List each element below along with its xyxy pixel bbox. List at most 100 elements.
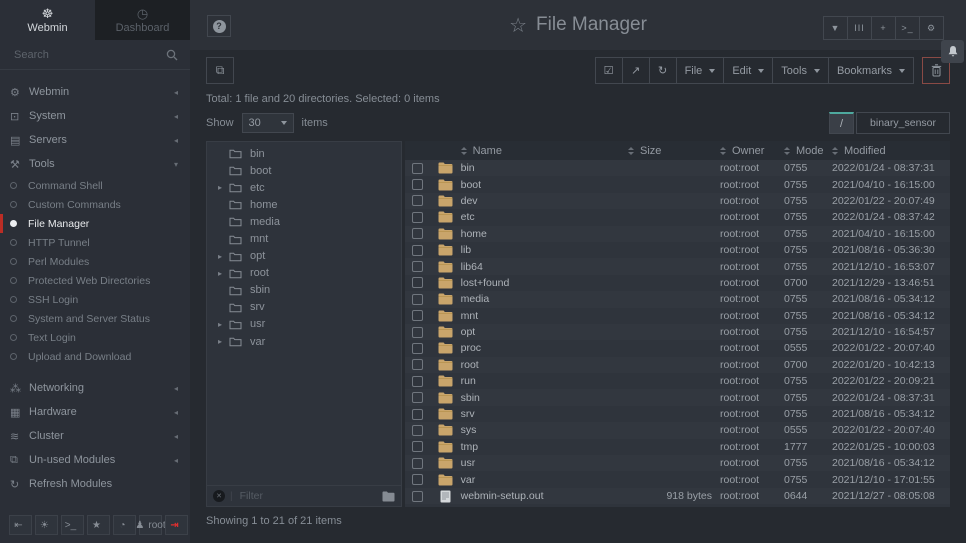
table-row[interactable]: lost+found root:root 0700 2021/12/29 - 1… xyxy=(405,275,950,291)
table-row[interactable]: run root:root 0755 2022/01/22 - 20:09:21 xyxy=(405,373,950,389)
table-row[interactable]: opt root:root 0755 2021/12/10 - 16:54:57 xyxy=(405,324,950,340)
row-checkbox[interactable] xyxy=(412,343,423,354)
row-checkbox[interactable] xyxy=(412,425,423,436)
table-row[interactable]: sys root:root 0555 2022/01/22 - 20:07:40 xyxy=(405,422,950,438)
column-header[interactable]: Mode xyxy=(784,145,832,157)
row-checkbox[interactable] xyxy=(412,294,423,305)
sidebar-item-webmin[interactable]: ⚙ Webmin ◂ xyxy=(0,80,190,104)
expand-caret-icon[interactable]: ▸ xyxy=(218,337,229,346)
breadcrumb-root[interactable]: / xyxy=(829,112,854,134)
sidebar-item-tools[interactable]: ⚒ Tools ▾ xyxy=(0,152,190,176)
table-row[interactable]: dev root:root 0755 2022/01/22 - 20:07:49 xyxy=(405,193,950,209)
table-row[interactable]: home root:root 0755 2021/04/10 - 16:15:0… xyxy=(405,226,950,242)
tree-item[interactable]: sbin xyxy=(207,282,401,299)
column-header[interactable]: Modified xyxy=(832,145,950,157)
row-checkbox[interactable] xyxy=(412,376,423,387)
row-checkbox[interactable] xyxy=(412,179,423,190)
select-all-button[interactable]: ☑ xyxy=(595,57,623,84)
table-row[interactable]: mnt root:root 0755 2021/08/16 - 05:34:12 xyxy=(405,308,950,324)
sidebar-item-command-shell[interactable]: Command Shell xyxy=(0,176,190,195)
column-header[interactable]: Size xyxy=(628,145,720,157)
row-checkbox[interactable] xyxy=(412,261,423,272)
table-row[interactable]: usr root:root 0755 2021/08/16 - 05:34:12 xyxy=(405,455,950,471)
folder-filter-icon[interactable] xyxy=(382,491,395,502)
row-checkbox[interactable] xyxy=(412,327,423,338)
clone-window-button[interactable]: ⧉ xyxy=(206,57,234,84)
sidebar-item-perl-modules[interactable]: Perl Modules xyxy=(0,252,190,271)
tree-item[interactable]: ▸ var xyxy=(207,333,401,350)
tree-item[interactable]: ▸ etc xyxy=(207,179,401,196)
sidebar-tab[interactable]: ◷ Dashboard xyxy=(95,0,190,40)
filter-button[interactable]: ▼ xyxy=(823,16,848,40)
table-row[interactable]: proc root:root 0555 2022/01/22 - 20:07:4… xyxy=(405,340,950,356)
sidebar-tab[interactable]: ☸ Webmin xyxy=(0,0,95,40)
help-button[interactable]: ? xyxy=(207,15,231,37)
row-checkbox[interactable] xyxy=(412,163,423,174)
row-checkbox[interactable] xyxy=(412,212,423,223)
favorite-star-icon[interactable]: ☆ xyxy=(509,13,527,38)
breadcrumb-current[interactable]: binary_sensor xyxy=(856,112,950,134)
row-checkbox[interactable] xyxy=(412,195,423,206)
expand-caret-icon[interactable]: ▸ xyxy=(218,183,229,192)
tree-item[interactable]: media xyxy=(207,213,401,230)
sidebar-item-system[interactable]: ⊡ System ◂ xyxy=(0,104,190,128)
tree-item[interactable]: ▸ root xyxy=(207,265,401,282)
row-checkbox[interactable] xyxy=(412,277,423,288)
sidebar-item-cluster[interactable]: ≋ Cluster ◂ xyxy=(0,424,190,448)
terminal-button[interactable]: >_ xyxy=(61,515,84,535)
filter-input[interactable] xyxy=(238,489,377,503)
items-per-page-select[interactable]: 30 xyxy=(242,113,294,133)
row-checkbox[interactable] xyxy=(412,245,423,256)
table-row[interactable]: lib64 root:root 0755 2021/12/10 - 16:53:… xyxy=(405,258,950,274)
table-row[interactable]: var root:root 0755 2021/12/10 - 17:01:55 xyxy=(405,471,950,487)
tree-item[interactable]: ▸ opt xyxy=(207,248,401,265)
table-row[interactable]: etc root:root 0755 2022/01/24 - 08:37:42 xyxy=(405,209,950,225)
settings-button[interactable]: ⚙ xyxy=(919,16,944,40)
user-root-button[interactable]: ♟ root xyxy=(139,515,162,535)
sidebar-item-protected-web-directories[interactable]: Protected Web Directories xyxy=(0,271,190,290)
table-row[interactable]: root root:root 0700 2022/01/20 - 10:42:1… xyxy=(405,357,950,373)
table-row[interactable]: tmp root:root 1777 2022/01/25 - 10:00:03 xyxy=(405,439,950,455)
table-row[interactable]: boot root:root 0755 2021/04/10 - 16:15:0… xyxy=(405,176,950,192)
tree-item[interactable]: boot xyxy=(207,162,401,179)
sidebar-item-hardware[interactable]: ▦ Hardware ◂ xyxy=(0,400,190,424)
row-checkbox[interactable] xyxy=(412,359,423,370)
tree-item[interactable]: ▸ usr xyxy=(207,316,401,333)
sidebar-item-text-login[interactable]: Text Login xyxy=(0,328,190,347)
sidebar-item-refresh-modules[interactable]: ↻ Refresh Modules xyxy=(0,472,190,496)
column-header[interactable]: Name xyxy=(461,145,628,157)
favorites-button[interactable]: ★ xyxy=(87,515,110,535)
logout-button[interactable]: ⇥ xyxy=(165,515,188,535)
row-checkbox[interactable] xyxy=(412,458,423,469)
sidebar-item-servers[interactable]: ▤ Servers ◂ xyxy=(0,128,190,152)
sidebar-item-system-server-status[interactable]: System and Server Status xyxy=(0,309,190,328)
expand-caret-icon[interactable]: ▸ xyxy=(218,252,229,261)
tree-item[interactable]: mnt xyxy=(207,230,401,247)
table-row[interactable]: media root:root 0755 2021/08/16 - 05:34:… xyxy=(405,291,950,307)
add-button[interactable]: + xyxy=(871,16,896,40)
table-row[interactable]: webmin-setup.out 918 bytes root:root 064… xyxy=(405,488,950,504)
row-checkbox[interactable] xyxy=(412,310,423,321)
search-input[interactable] xyxy=(12,48,166,62)
notifications-button[interactable] xyxy=(941,40,964,63)
sidebar-item-http-tunnel[interactable]: HTTP Tunnel xyxy=(0,233,190,252)
row-checkbox[interactable] xyxy=(412,392,423,403)
row-checkbox[interactable] xyxy=(412,441,423,452)
stats-button[interactable]: ◔ xyxy=(113,515,136,535)
table-row[interactable]: srv root:root 0755 2021/08/16 - 05:34:12 xyxy=(405,406,950,422)
sidebar-item-upload-download[interactable]: Upload and Download xyxy=(0,347,190,366)
share-button[interactable]: ↗ xyxy=(622,57,650,84)
refresh-button[interactable]: ↻ xyxy=(649,57,677,84)
tree-item[interactable]: srv xyxy=(207,299,401,316)
sidebar-item-unused-modules[interactable]: ⧉ Un-used Modules ◂ xyxy=(0,448,190,472)
table-row[interactable]: lib root:root 0755 2021/08/16 - 05:36:30 xyxy=(405,242,950,258)
sidebar-item-networking[interactable]: ⁂ Networking ◂ xyxy=(0,376,190,400)
edit-menu-button[interactable]: Edit xyxy=(723,57,773,84)
tree-item[interactable]: home xyxy=(207,196,401,213)
theme-toggle-button[interactable]: ☀ xyxy=(35,515,58,535)
expand-caret-icon[interactable]: ▸ xyxy=(218,269,229,278)
table-row[interactable]: bin root:root 0755 2022/01/24 - 08:37:31 xyxy=(405,160,950,176)
row-checkbox[interactable] xyxy=(412,228,423,239)
tools-menu-button[interactable]: Tools xyxy=(772,57,829,84)
collapse-sidebar-button[interactable]: ⇤ xyxy=(9,515,32,535)
